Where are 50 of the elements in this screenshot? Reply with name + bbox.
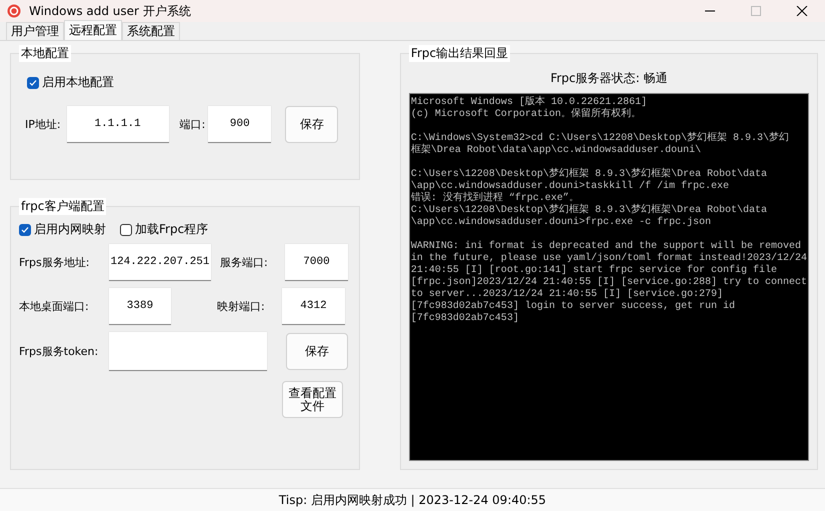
- field-label: IP地址:: [25, 117, 61, 132]
- field-label: 服务端口:: [220, 255, 269, 270]
- server-status-text: Frpc服务器状态: 畅通: [549, 70, 668, 87]
- text-field[interactable]: [109, 332, 267, 371]
- console-line: \app\cc.windowsadduser.douni>frpc.exe -c frpc.json: [410, 217, 712, 229]
- field-label: Frps服务token:: [19, 344, 100, 359]
- ip-address-field[interactable]: 1.1.1.1: [66, 106, 169, 143]
- console-line: [frpc.json]2023/12/24 21:40:55 [I] [service.go:288] try to connect: [410, 277, 807, 288]
- window-title: Windows add user 开户系统: [29, 2, 192, 20]
- group-title: Frpc输出结果回显: [408, 45, 510, 62]
- console-line: to server...2023/12/24 21:40:55 [I] [service.go:279]: [410, 289, 724, 300]
- text-field[interactable]: 4312: [282, 288, 345, 325]
- console-line: 错误: 没有找到进程 “frpc.exe”。: [410, 193, 579, 204]
- checkbox-label: 启用本地配置: [42, 74, 114, 91]
- console-line: [7fc983d02ab7c453] login to server success, get run id: [410, 301, 736, 312]
- checkbox-label: 加载Frpc程序: [135, 221, 208, 238]
- console-line: WARNING: ini format is deprecated and the support will be removed: [410, 241, 802, 252]
- console-line: [7fc983d02ab7c453]: [410, 313, 520, 325]
- app-logo-icon: [7, 4, 21, 18]
- console-line: Microsoft Windows [版本 10.0.22621.2861]: [410, 97, 648, 108]
- field-label: 映射端口:: [217, 299, 266, 314]
- text-field[interactable]: 124.222.207.251: [109, 244, 211, 281]
- console-line: \app\cc.windowsadduser.douni>taskkill /f /im frpc.exe: [410, 181, 730, 192]
- tab[interactable]: 系统配置: [122, 22, 180, 40]
- checkbox[interactable]: [27, 76, 39, 88]
- checkbox[interactable]: [19, 224, 31, 236]
- save-button[interactable]: 保存: [286, 333, 348, 370]
- field-label: 端口:: [180, 117, 206, 132]
- group-title: frpc客户端配置: [19, 198, 106, 215]
- group-title: 本地配置: [19, 45, 71, 62]
- console-line: C:\Windows\System32>cd C:\Users\12208\Desktop\梦幻框架 8.9.3\梦幻: [410, 133, 790, 144]
- console-line: C:\Users\12208\Desktop\梦幻框架 8.9.3\梦幻框架\Drea Robot\data: [410, 205, 768, 216]
- close-icon[interactable]: [796, 6, 808, 16]
- checkbox[interactable]: [120, 224, 132, 236]
- field-label: 本地桌面端口:: [19, 299, 90, 314]
- text-field[interactable]: 3389: [109, 288, 171, 325]
- port-field[interactable]: 900: [208, 106, 272, 143]
- console-line: (c) Microsoft Corporation。保留所有权利。: [410, 109, 642, 121]
- save-button[interactable]: 保存: [285, 106, 338, 143]
- status-bar: Tisp: 启用内网映射成功 | 2023-12-24 09:40:55: [0, 488, 825, 511]
- view-config-button[interactable]: 查看配置文件: [282, 381, 343, 418]
- console-line: 21:40:55 [I] [root.go:141] start frpc service for config file: [410, 265, 778, 276]
- tab[interactable]: 远程配置: [64, 20, 122, 40]
- field-label: Frps服务地址:: [19, 255, 90, 270]
- console-line: 框架\Drea Robot\data\app\cc.windowsadduser.douni\: [410, 145, 702, 157]
- text-field[interactable]: 7000: [285, 244, 348, 281]
- tab[interactable]: 用户管理: [6, 22, 64, 40]
- console-line: in the future, please use yaml/json/toml format instead!2023/12/24: [410, 253, 807, 264]
- console-line: C:\Users\12208\Desktop\梦幻框架 8.9.3\梦幻框架\Drea Robot\data: [410, 169, 768, 180]
- checkbox-label: 启用内网映射: [34, 221, 106, 238]
